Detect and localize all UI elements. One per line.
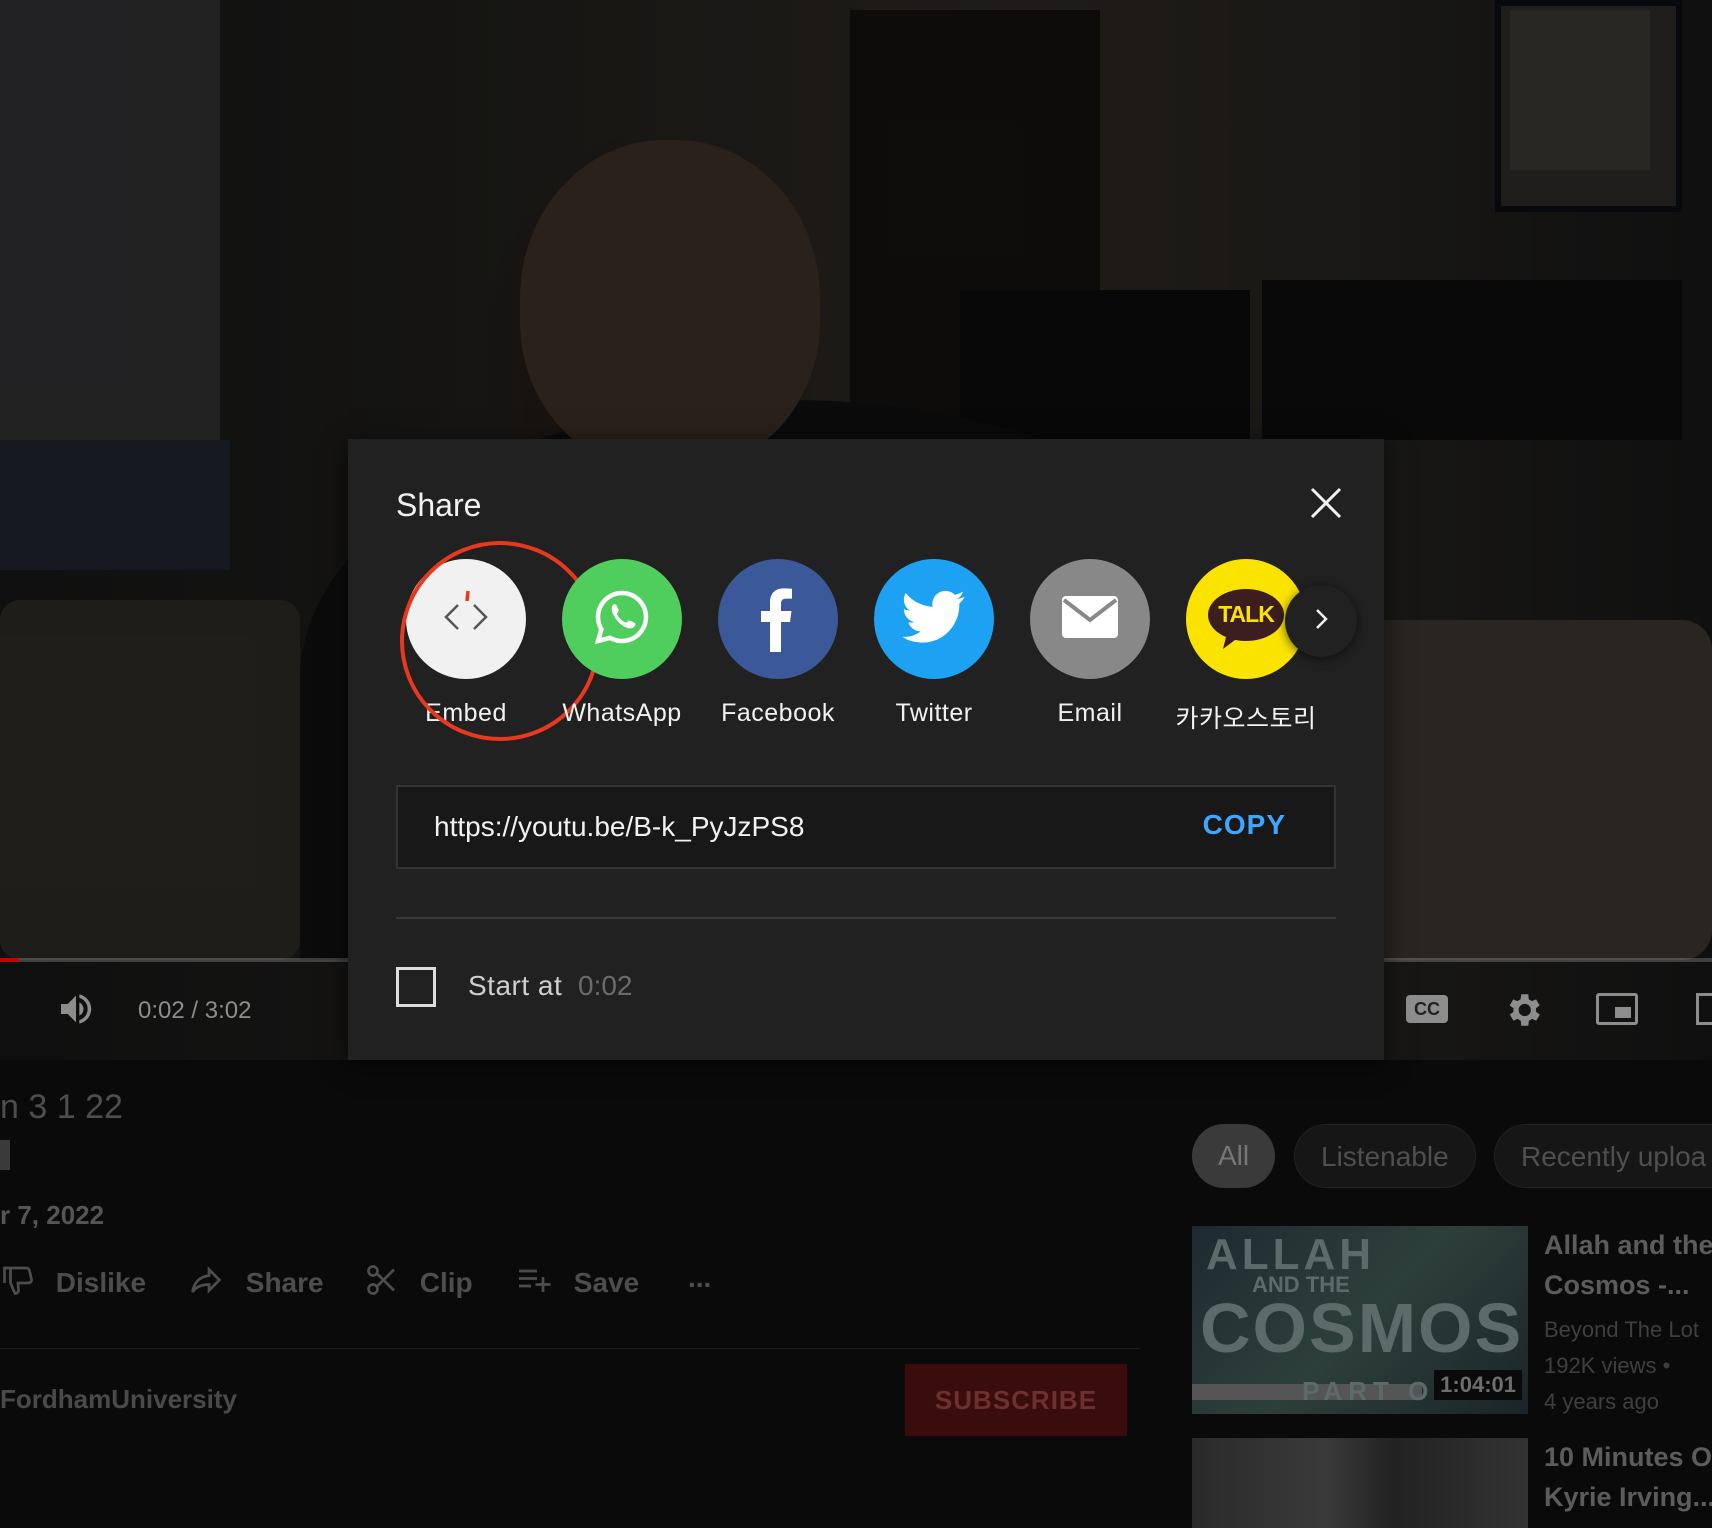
gear-icon[interactable] (1502, 989, 1544, 1040)
share-arrow-icon (186, 1266, 234, 1298)
video-duration: 1:04:01 (1434, 1370, 1522, 1400)
email-circle (1030, 559, 1150, 679)
share-facebook-label: Facebook (721, 699, 835, 727)
share-twitter-button[interactable]: Twitter (856, 559, 1012, 728)
closed-captions-icon[interactable]: CC (1406, 995, 1448, 1023)
recommendation-title[interactable]: Allah and the (1544, 1226, 1712, 1264)
close-icon[interactable] (1306, 483, 1346, 523)
progress-fill (0, 958, 19, 962)
video-tag (0, 1140, 10, 1170)
save-button[interactable]: Save (514, 1262, 639, 1299)
share-twitter-label: Twitter (895, 699, 973, 727)
kakao-talk-icon: TALK (1207, 587, 1285, 651)
share-url[interactable]: https://youtu.be/B-k_PyJzPS8 (434, 811, 804, 843)
share-label: Share (245, 1267, 324, 1298)
share-embed-button[interactable]: Embed (388, 541, 600, 741)
video-date: r 7, 2022 (0, 1200, 105, 1230)
share-url-field[interactable]: https://youtu.be/B-k_PyJzPS8 COPY (396, 785, 1336, 869)
share-next-button[interactable] (1285, 585, 1357, 657)
player-time: 0:02 / 3:02 (138, 997, 252, 1024)
share-button[interactable]: Share (186, 1262, 324, 1299)
volume-icon[interactable] (56, 989, 96, 1038)
subscribe-button[interactable]: SUBSCRIBE (905, 1364, 1127, 1436)
playlist-add-icon (514, 1267, 562, 1298)
dislike-label: Dislike (55, 1267, 147, 1298)
recommendation-views: 192K views • (1544, 1353, 1671, 1378)
recommendation-thumbnail[interactable]: ALLAH AND THE COSMOS PART ON 1:04:01 (1192, 1226, 1528, 1414)
email-icon (1060, 594, 1120, 645)
share-kakaostory-label: 카카오스토리 (1175, 705, 1317, 733)
clip-button[interactable]: Clip (364, 1262, 473, 1299)
twitter-circle (874, 559, 994, 679)
share-whatsapp-label: WhatsApp (562, 699, 682, 727)
channel-name[interactable]: FordhamUniversity (0, 1384, 237, 1415)
facebook-circle (718, 559, 838, 679)
recommendation-title[interactable]: Kyrie Irving... (1544, 1478, 1712, 1516)
video-title: n 3 1 22 (0, 1088, 123, 1126)
share-targets: Embed WhatsApp Facebook Twitter Email TA… (348, 541, 1384, 741)
whatsapp-icon (590, 585, 654, 654)
twitter-icon (902, 589, 966, 650)
chip-listenable[interactable]: Listenable (1294, 1124, 1476, 1188)
start-at-time[interactable]: 0:02 (578, 970, 633, 1002)
share-whatsapp-button[interactable]: WhatsApp (544, 559, 700, 728)
recommendation-thumbnail[interactable] (1192, 1438, 1528, 1528)
recommendation-title[interactable]: Cosmos -... (1544, 1266, 1690, 1304)
divider (396, 917, 1336, 919)
share-facebook-button[interactable]: Facebook (700, 559, 856, 728)
thumbnail-text: COSMOS (1200, 1289, 1524, 1367)
whatsapp-circle (562, 559, 682, 679)
miniplayer-icon[interactable] (1596, 993, 1638, 1025)
clip-label: Clip (419, 1267, 473, 1298)
chip-all[interactable]: All (1192, 1124, 1276, 1188)
scissors-icon (364, 1265, 408, 1298)
theater-mode-icon[interactable] (1696, 993, 1712, 1025)
start-at-label: Start at (468, 970, 563, 1001)
kakao-talk-text: TALK (1218, 601, 1275, 627)
copy-button[interactable]: COPY (1203, 809, 1286, 841)
chevron-right-icon (1307, 605, 1335, 638)
divider (0, 1348, 1140, 1349)
recommendation-channel: Beyond The Lot (1544, 1317, 1699, 1342)
facebook-icon (748, 582, 808, 657)
share-email-label: Email (1057, 699, 1123, 727)
share-dialog: Share Embed WhatsApp Facebook Twitter Em… (348, 439, 1384, 1060)
chip-recently-uploaded[interactable]: Recently uploa (1494, 1124, 1712, 1188)
start-at-checkbox[interactable] (396, 967, 436, 1007)
recommendation-age: 4 years ago (1544, 1389, 1659, 1414)
share-email-button[interactable]: Email (1012, 559, 1168, 728)
thumbs-down-icon (0, 1266, 44, 1298)
recommendation-title[interactable]: 10 Minutes O (1544, 1438, 1712, 1476)
dislike-button[interactable]: Dislike (0, 1262, 146, 1299)
save-label: Save (573, 1267, 640, 1298)
more-actions-button[interactable]: ... (688, 1262, 711, 1294)
dialog-title: Share (396, 487, 482, 523)
